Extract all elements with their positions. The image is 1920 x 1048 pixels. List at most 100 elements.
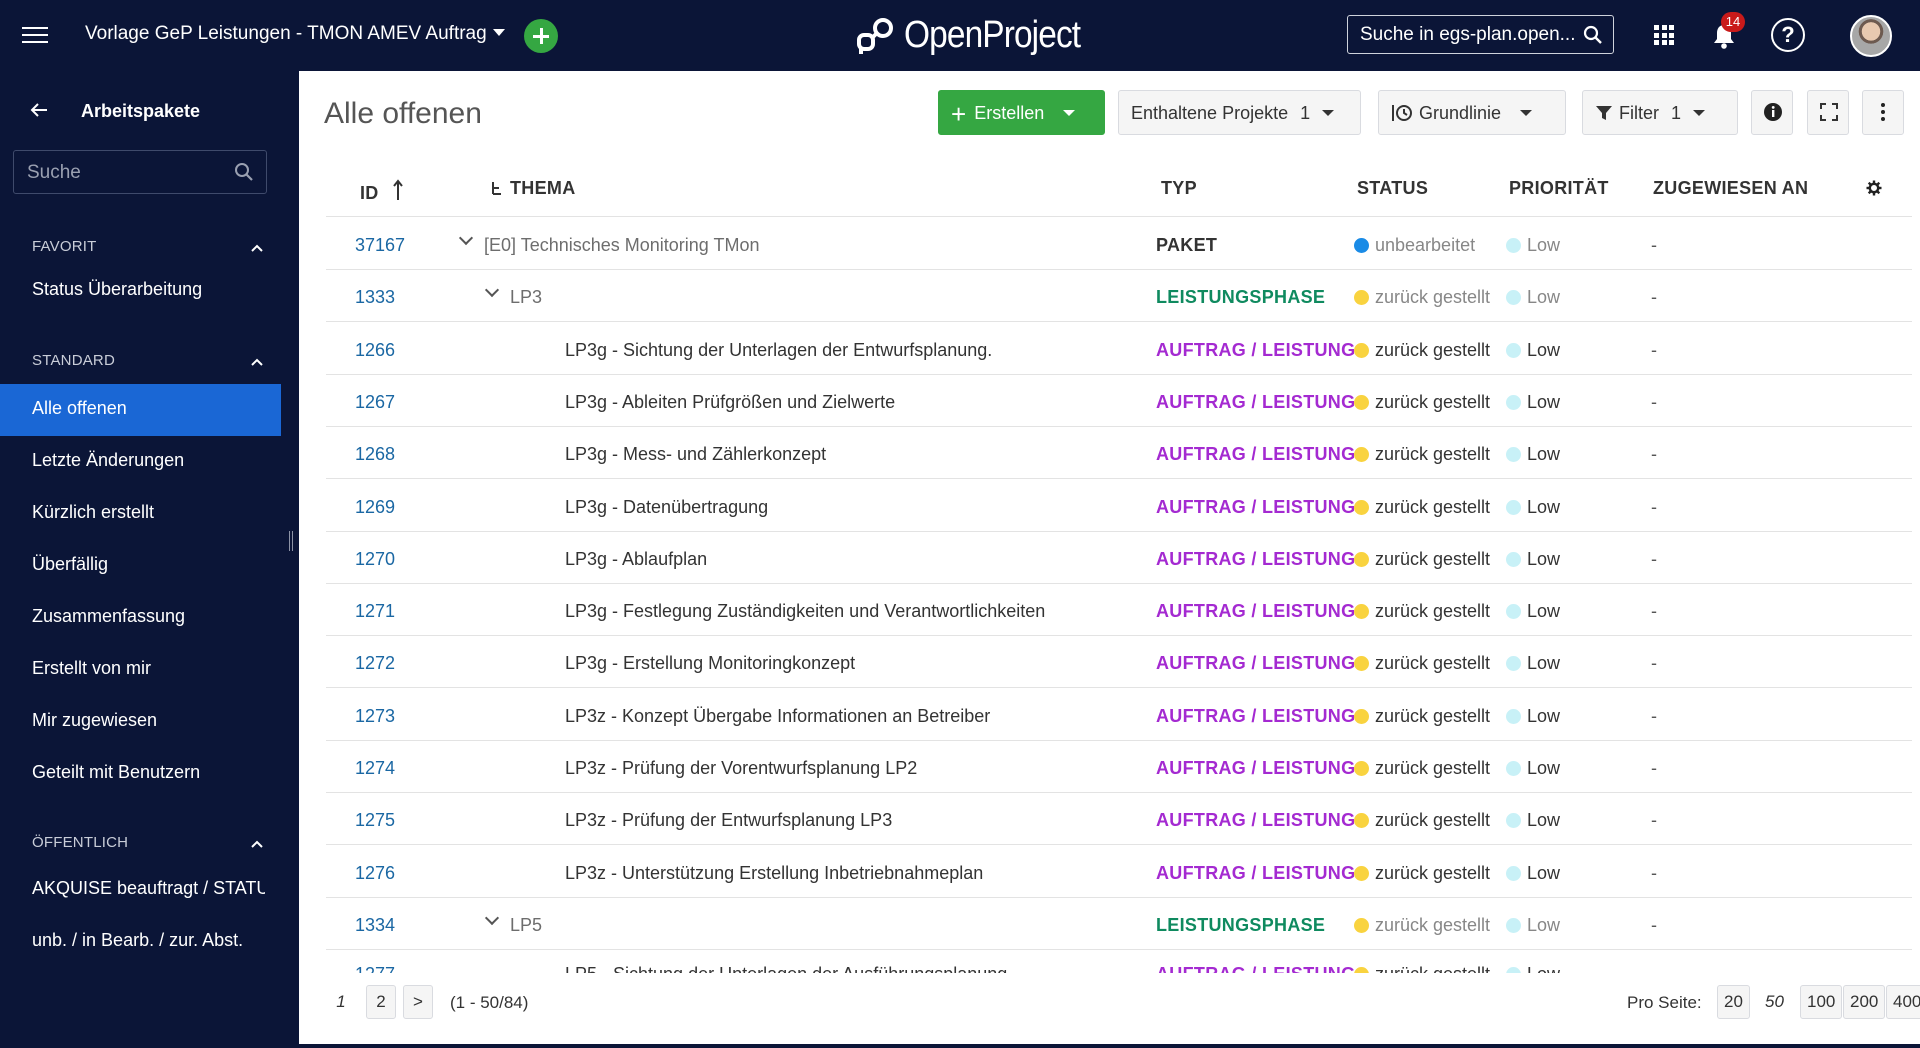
user-avatar[interactable] (1850, 15, 1892, 57)
sidebar-item-letzte-aenderungen[interactable]: Letzte Änderungen (0, 436, 281, 488)
settings-gear-icon[interactable] (1866, 180, 1882, 196)
table-row[interactable]: 1274 LP3z - Prüfung der Vorentwurfsplanun… (326, 741, 1912, 793)
row-type[interactable]: AUFTRAG / LEISTUNG (1156, 810, 1355, 831)
row-assignee[interactable]: - (1651, 287, 1657, 308)
row-status[interactable]: zurück gestellt (1354, 758, 1490, 779)
row-type[interactable]: PAKET (1156, 235, 1217, 256)
chevron-up-icon[interactable] (250, 837, 264, 851)
row-status[interactable]: zurück gestellt (1354, 549, 1490, 570)
row-priority[interactable]: Low (1506, 964, 1560, 973)
help-button[interactable]: ? (1771, 18, 1805, 52)
row-subject[interactable]: LP3 (510, 287, 542, 308)
row-status[interactable]: zurück gestellt (1354, 915, 1490, 936)
sidebar-item-kuerzlich-erstellt[interactable]: Kürzlich erstellt (0, 488, 281, 540)
sidebar-item-unb-in-bearb[interactable]: unb. / in Bearb. / zur. Abst. (0, 916, 281, 968)
row-assignee[interactable]: - (1651, 549, 1657, 570)
row-id[interactable]: 37167 (355, 235, 405, 256)
row-id[interactable]: 1272 (355, 653, 395, 674)
row-status[interactable]: zurück gestellt (1354, 863, 1490, 884)
openproject-logo[interactable]: OpenProject (854, 12, 1104, 58)
collapse-chevron-icon[interactable] (484, 283, 500, 298)
row-subject[interactable]: LP3g - Mess- und Zählerkonzept (565, 444, 826, 465)
row-id[interactable]: 1277 (355, 964, 395, 973)
page-1[interactable]: 1 (326, 985, 356, 1019)
row-assignee[interactable]: - (1651, 340, 1657, 361)
column-header-zugewiesen-an[interactable]: ZUGEWIESEN AN (1653, 178, 1808, 199)
row-assignee[interactable]: - (1651, 601, 1657, 622)
sidebar-item-alle-offenen[interactable]: Alle offenen (0, 384, 281, 436)
per-page-20[interactable]: 20 (1717, 985, 1750, 1019)
row-priority[interactable]: Low (1506, 653, 1560, 674)
row-id[interactable]: 1270 (355, 549, 395, 570)
sidebar-item-mir-zugewiesen[interactable]: Mir zugewiesen (0, 696, 281, 748)
row-priority[interactable]: Low (1506, 915, 1560, 936)
row-subject[interactable]: LP3g - Erstellung Monitoringkonzept (565, 653, 855, 674)
row-subject[interactable]: LP5 (510, 915, 542, 936)
row-assignee[interactable]: - (1651, 497, 1657, 518)
project-selector[interactable]: Vorlage GeP Leistungen - TMON AMEV Auftr… (85, 23, 505, 45)
menu-icon[interactable] (22, 27, 48, 45)
row-type[interactable]: AUFTRAG / LEISTUNG (1156, 497, 1355, 518)
row-assignee[interactable]: - (1651, 706, 1657, 727)
table-row[interactable]: 1276 LP3z - Unterstützung Erstellung Inbe… (326, 846, 1912, 898)
row-subject[interactable]: LP5 - Sichtung der Unterlagen der Ausfüh… (565, 964, 1007, 973)
row-type[interactable]: AUFTRAG / LEISTUNG (1156, 863, 1355, 884)
row-type[interactable]: AUFTRAG / LEISTUNG (1156, 340, 1355, 361)
row-priority[interactable]: Low (1506, 392, 1560, 413)
row-type[interactable]: AUFTRAG / LEISTUNG (1156, 706, 1355, 727)
sidebar-item-status-ueberarbeitung[interactable]: Status Überarbeitung (0, 265, 281, 317)
row-id[interactable]: 1271 (355, 601, 395, 622)
row-status[interactable]: zurück gestellt (1354, 287, 1490, 308)
row-priority[interactable]: Low (1506, 287, 1560, 308)
row-priority[interactable]: Low (1506, 235, 1560, 256)
per-page-100[interactable]: 100 (1800, 985, 1843, 1019)
row-assignee[interactable]: - (1651, 758, 1657, 779)
sidebar-item-geteilt-mit-benutzern[interactable]: Geteilt mit Benutzern (0, 748, 281, 800)
column-header-thema[interactable]: THEMA (490, 178, 576, 199)
sort-ascending-icon[interactable] (392, 178, 404, 202)
filter-button[interactable]: Filter 1 (1582, 90, 1738, 135)
row-assignee[interactable]: - (1651, 444, 1657, 465)
column-header-typ[interactable]: TYP (1161, 178, 1197, 199)
row-priority[interactable]: Low (1506, 340, 1560, 361)
table-row[interactable]: 1269 LP3g - Datenübertragung AUFTRAG / LEI… (326, 480, 1912, 532)
row-priority[interactable]: Low (1506, 706, 1560, 727)
row-type[interactable]: LEISTUNGSPHASE (1156, 915, 1325, 936)
sidebar-resize-handle[interactable] (289, 531, 293, 551)
row-subject[interactable]: LP3z - Konzept Übergabe Informationen an… (565, 706, 990, 727)
row-type[interactable]: AUFTRAG / LEISTUNG (1156, 758, 1355, 779)
sidebar-item-erstellt-von-mir[interactable]: Erstellt von mir (0, 644, 281, 696)
included-projects-button[interactable]: Enthaltene Projekte 1 (1118, 90, 1361, 135)
row-type[interactable]: AUFTRAG / LEISTUNG (1156, 964, 1355, 973)
row-subject[interactable]: LP3g - Ablaufplan (565, 549, 707, 570)
row-subject[interactable]: LP3g - Festlegung Zuständigkeiten und Ve… (565, 601, 1045, 622)
row-subject[interactable]: LP3g - Sichtung der Unterlagen der Entwu… (565, 340, 992, 361)
row-type[interactable]: AUFTRAG / LEISTUNG (1156, 444, 1355, 465)
row-priority[interactable]: Low (1506, 810, 1560, 831)
row-subject[interactable]: LP3g - Datenübertragung (565, 497, 768, 518)
row-id[interactable]: 1274 (355, 758, 395, 779)
sidebar-item-ueberfaellig[interactable]: Überfällig (0, 540, 281, 592)
row-id[interactable]: 1268 (355, 444, 395, 465)
hierarchy-icon[interactable] (490, 180, 504, 196)
table-row[interactable]: 1267 LP3g - Ableiten Prüfgrößen und Zielw… (326, 375, 1912, 427)
table-row[interactable]: 1334 LP5 LEISTUNGSPHASE zurück gestellt Low - (326, 898, 1912, 950)
row-subject[interactable]: LP3z - Prüfung der Entwurfsplanung LP3 (565, 810, 892, 831)
collapse-chevron-icon[interactable] (484, 910, 500, 925)
row-status[interactable]: zurück gestellt (1354, 601, 1490, 622)
page-2[interactable]: 2 (366, 985, 396, 1019)
column-header-id[interactable]: ID (360, 178, 404, 204)
row-status[interactable]: zurück gestellt (1354, 810, 1490, 831)
table-row[interactable]: 1272 LP3g - Erstellung Monitoringkonzept A… (326, 636, 1912, 689)
row-priority[interactable]: Low (1506, 863, 1560, 884)
row-id[interactable]: 1276 (355, 863, 395, 884)
row-id[interactable]: 1275 (355, 810, 395, 831)
row-status[interactable]: zurück gestellt (1354, 706, 1490, 727)
sidebar-search-input[interactable]: Suche (13, 150, 267, 194)
global-search-input[interactable]: Suche in egs-plan.open... (1347, 15, 1614, 54)
row-priority[interactable]: Low (1506, 758, 1560, 779)
row-id[interactable]: 1269 (355, 497, 395, 518)
table-row[interactable]: 1275 LP3z - Prüfung der Entwurfsplanung L… (326, 793, 1912, 846)
table-row[interactable]: 1333 LP3 LEISTUNGSPHASE zurück gestellt Low - (326, 270, 1912, 323)
row-priority[interactable]: Low (1506, 497, 1560, 518)
